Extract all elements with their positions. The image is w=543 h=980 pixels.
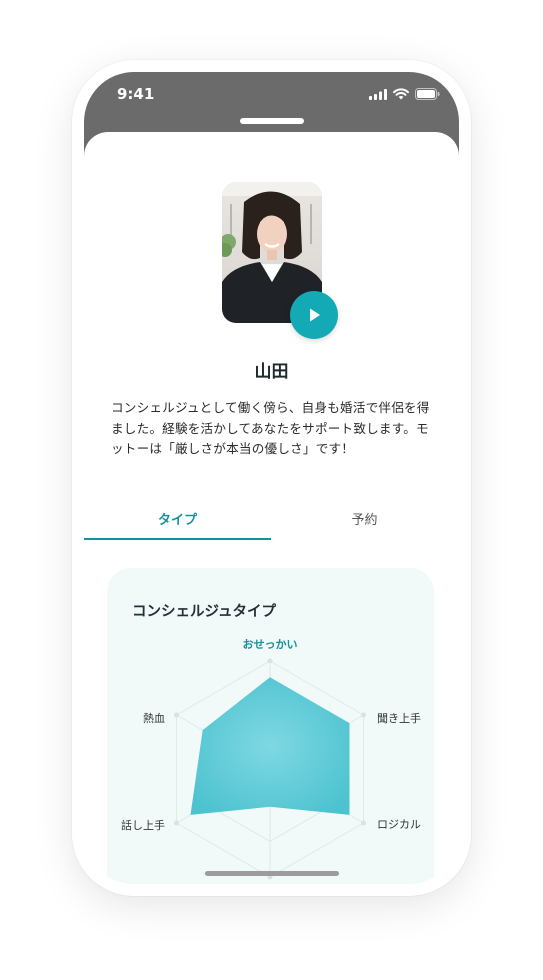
axis-label-logical: ロジカル xyxy=(377,818,421,831)
battery-icon xyxy=(415,88,440,100)
concierge-type-card: コンシェルジュタイプ おせっかい 聞き上手 ロジカル 話し上手 熱血 xyxy=(107,568,434,884)
axis-label-kikijouzu: 聞き上手 xyxy=(377,711,421,725)
radar-axis-marker-2 xyxy=(361,820,367,826)
concierge-bio: コンシェルジュとして働く傍ら、自身も婚活で伴侶を得ました。経験を活かしてあなたを… xyxy=(111,400,430,456)
profile-tabs: タイプ 予約 xyxy=(84,506,459,542)
radar-axis-marker-1 xyxy=(361,712,367,718)
screen: 9:41 山田 コンシェルジュとして働く傍ら、自身も婚活で伴侶を得ました。経験を… xyxy=(84,72,459,884)
active-tab-indicator xyxy=(84,538,271,540)
radar-chart: おせっかい 聞き上手 ロジカル 話し上手 熱血 xyxy=(121,638,421,880)
wifi-icon xyxy=(393,88,409,100)
axis-label-nekketsu: 熱血 xyxy=(143,711,165,725)
home-indicator xyxy=(205,871,339,876)
sheet-grabber[interactable] xyxy=(240,118,304,124)
cellular-signal-icon xyxy=(369,88,387,100)
status-time: 9:41 xyxy=(117,85,155,103)
tab-reservation[interactable]: 予約 xyxy=(271,506,458,540)
play-video-button[interactable] xyxy=(290,291,338,339)
concierge-name: 山田 xyxy=(254,362,289,382)
radar-axis-marker-5 xyxy=(173,712,179,718)
play-icon xyxy=(310,308,320,322)
radar-value-shape xyxy=(190,677,350,815)
radar-axis-marker-0 xyxy=(267,658,273,664)
axis-label-osekkai: おせっかい xyxy=(243,638,298,651)
radar-axis-marker-4 xyxy=(173,820,179,826)
tab-type[interactable]: タイプ xyxy=(84,506,271,540)
axis-label-hanashijouzu: 話し上手 xyxy=(121,818,165,832)
status-icons xyxy=(369,88,440,100)
